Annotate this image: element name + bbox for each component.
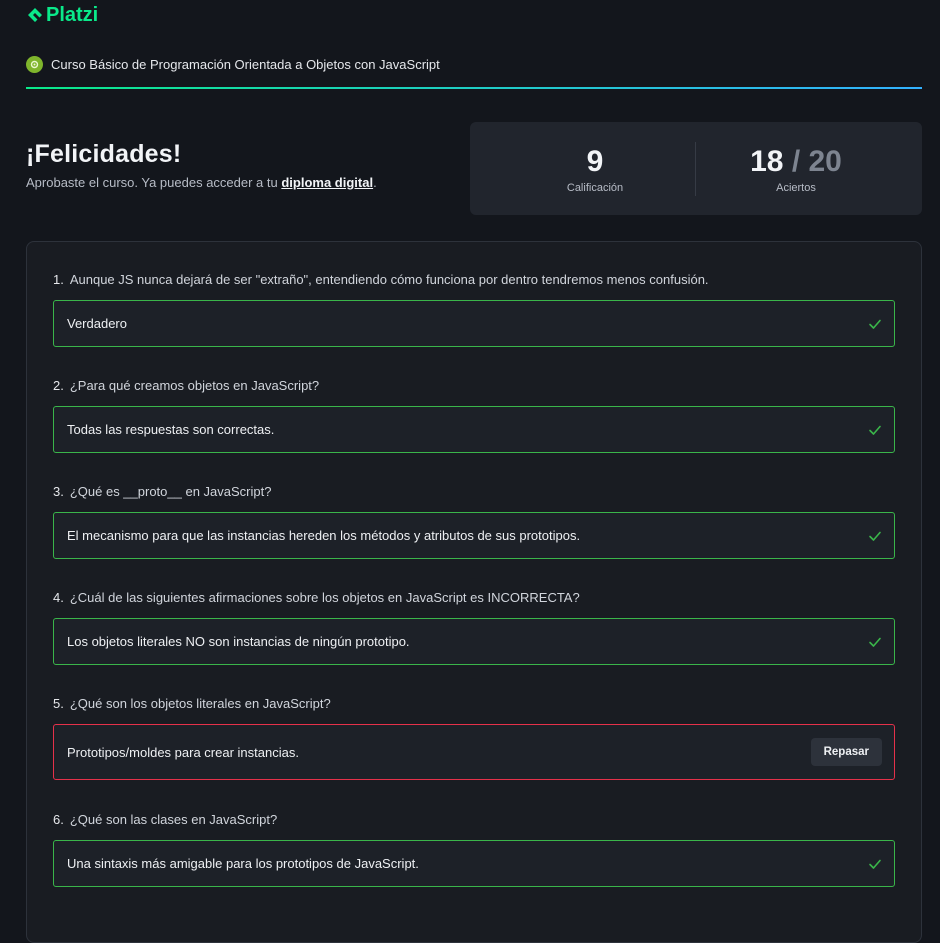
answer-text: Los objetos literales NO son instancias … xyxy=(67,634,410,649)
question-item: 1. Aunque JS nunca dejará de ser "extraño… xyxy=(53,272,895,347)
answer-correct: Verdadero xyxy=(53,300,895,347)
question-text: 2. ¿Para qué creamos objetos en JavaScrip… xyxy=(53,378,895,394)
answer-text: Prototipos/moldes para crear instancias. xyxy=(67,744,299,760)
question-text: 4. ¿Cuál de las siguientes afirmaciones s… xyxy=(53,590,895,606)
correct-block: 18 / 20 Aciertos xyxy=(696,146,896,195)
platzi-logo-icon xyxy=(28,7,42,22)
total-value: 20 xyxy=(808,145,842,178)
correct-count: 18 / 20 xyxy=(696,146,896,178)
course-header: Curso Básico de Programación Orientada a… xyxy=(26,56,440,73)
answer-correct: Todas las respuestas son correctas. xyxy=(53,406,895,453)
course-title: Curso Básico de Programación Orientada a… xyxy=(51,57,440,72)
quiz-review-panel: 1. Aunque JS nunca dejará de ser "extraño… xyxy=(26,241,922,943)
answer-correct: El mecanismo para que las instancias her… xyxy=(53,512,895,559)
platzi-logo[interactable]: Platzi xyxy=(26,4,98,27)
question-number: 2. xyxy=(53,378,64,393)
congrats-heading: ¡Felicidades! xyxy=(26,140,182,168)
check-icon xyxy=(869,531,881,541)
answer-text: Todas las respuestas son correctas. xyxy=(67,422,275,437)
brand-name: Platzi xyxy=(46,4,99,26)
diploma-link[interactable]: diploma digital xyxy=(281,175,373,190)
review-button[interactable]: Repasar xyxy=(810,738,882,766)
question-text: 6. ¿Qué son las clases en JavaScript? xyxy=(53,812,895,828)
grade-label: Calificación xyxy=(566,182,624,194)
question-item: 5. ¿Qué son los objetos literales en Java… xyxy=(53,696,895,780)
score-card: 9 Calificación 18 / 20 Aciertos xyxy=(470,122,922,215)
answer-text: Una sintaxis más amigable para los proto… xyxy=(67,856,419,871)
correct-label: Aciertos xyxy=(776,182,816,194)
question-number: 4. xyxy=(53,590,64,605)
question-number: 6. xyxy=(53,812,64,827)
answer-correct: Los objetos literales NO son instancias … xyxy=(53,618,895,665)
check-icon xyxy=(869,637,881,647)
check-icon xyxy=(869,859,881,869)
question-item: 2. ¿Para qué creamos objetos en JavaScrip… xyxy=(53,378,895,453)
grade-value: 9 xyxy=(586,145,604,178)
result-message: Aprobaste el curso. Ya puedes acceder a … xyxy=(26,175,377,190)
check-icon xyxy=(869,319,881,329)
result-message-text: Aprobaste el curso. Ya puedes acceder a … xyxy=(26,175,282,190)
question-label: Aunque JS nunca dejará de ser "extraño",… xyxy=(69,272,709,287)
question-label: ¿Para qué creamos objetos en JavaScript? xyxy=(69,378,320,393)
check-icon xyxy=(869,425,881,435)
question-label: ¿Cuál de las siguientes afirmaciones sob… xyxy=(69,590,580,605)
result-summary: ¡Felicidades! Aprobaste el curso. Ya pue… xyxy=(26,140,377,190)
course-badge-icon xyxy=(26,56,43,73)
correct-value: 18 xyxy=(750,145,784,178)
question-text: 3. ¿Qué es __proto__ en JavaScript? xyxy=(53,484,895,500)
question-label: ¿Qué es __proto__ en JavaScript? xyxy=(69,484,272,499)
question-number: 5. xyxy=(53,696,64,711)
question-label: ¿Qué son las clases en JavaScript? xyxy=(69,812,278,827)
question-label: ¿Qué son los objetos literales en JavaSc… xyxy=(69,696,331,711)
grade-block: 9 Calificación xyxy=(495,145,695,195)
question-item: 4. ¿Cuál de las siguientes afirmaciones s… xyxy=(53,590,895,665)
question-text: 1. Aunque JS nunca dejará de ser "extraño… xyxy=(53,272,895,288)
question-number: 3. xyxy=(53,484,64,499)
answer-incorrect: Prototipos/moldes para crear instancias.… xyxy=(53,724,895,780)
question-item: 3. ¿Qué es __proto__ en JavaScript? El me… xyxy=(53,484,895,559)
question-text: 5. ¿Qué son los objetos literales en Java… xyxy=(53,696,895,712)
correct-separator: / xyxy=(783,145,809,178)
result-message-suffix: . xyxy=(373,175,377,190)
header-divider xyxy=(26,87,922,89)
answer-correct: Una sintaxis más amigable para los proto… xyxy=(53,840,895,887)
question-number: 1. xyxy=(53,272,64,287)
question-item: 6. ¿Qué son las clases en JavaScript? Una… xyxy=(53,812,895,887)
answer-text: Verdadero xyxy=(67,316,127,331)
answer-text: El mecanismo para que las instancias her… xyxy=(67,528,581,543)
